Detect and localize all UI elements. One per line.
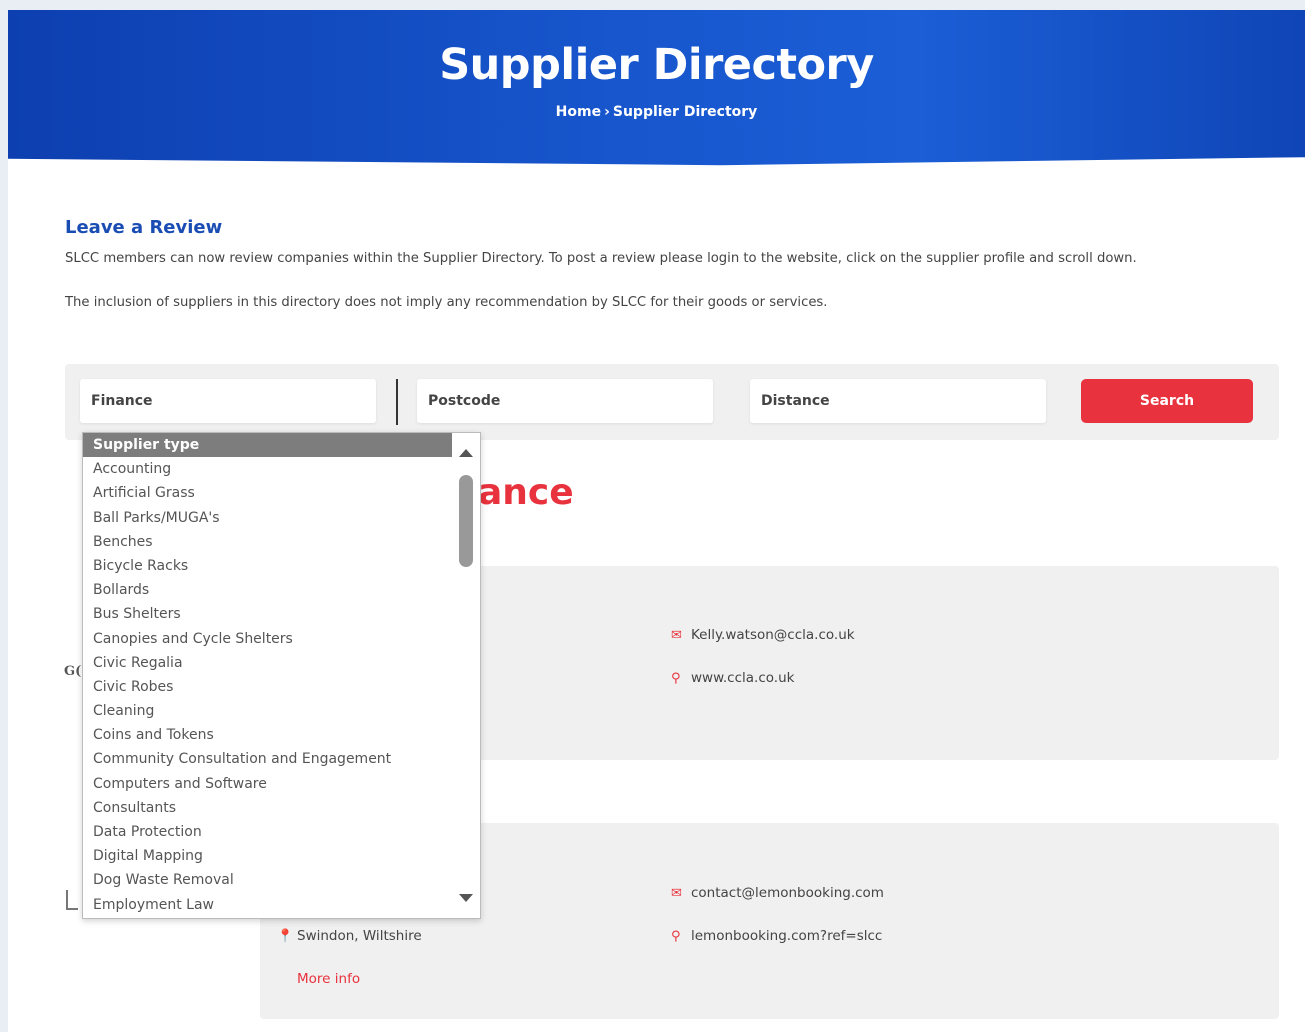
results-heading: ance (478, 472, 574, 513)
scroll-up-arrow-icon[interactable] (459, 449, 473, 457)
dropdown-option[interactable]: Benches (83, 530, 453, 554)
supplier-email[interactable]: ✉ contact@lemonbooking.com (671, 885, 884, 901)
dropdown-option[interactable]: Dog Waste Removal (83, 868, 453, 892)
dropdown-option[interactable]: Employment Law (83, 893, 453, 917)
leave-review-heading: Leave a Review (65, 217, 223, 238)
distance-select[interactable]: Distance (750, 379, 1046, 423)
dropdown-option[interactable]: Consultants (83, 796, 453, 820)
scrollbar-thumb[interactable] (459, 475, 473, 567)
page-title: Supplier Directory (439, 40, 874, 90)
review-paragraph: SLCC members can now review companies wi… (65, 251, 1137, 266)
dropdown-option[interactable]: Ball Parks/MUGA's (83, 506, 453, 530)
email-text[interactable]: contact@lemonbooking.com (691, 885, 884, 901)
envelope-icon: ✉ (671, 886, 682, 901)
search-bar: Finance Postcode Distance Search (65, 364, 1279, 440)
search-icon: ⚲ (671, 671, 681, 686)
dropdown-option[interactable]: Bicycle Racks (83, 554, 453, 578)
dropdown-option[interactable]: Data Protection (83, 820, 453, 844)
dropdown-option[interactable]: Accounting (83, 457, 453, 481)
postcode-input[interactable]: Postcode (417, 379, 713, 423)
search-button[interactable]: Search (1081, 379, 1253, 423)
dropdown-option[interactable]: Community Consultation and Engagement (83, 747, 453, 771)
dropdown-option[interactable]: Digital Mapping (83, 844, 453, 868)
website-text[interactable]: www.ccla.co.uk (691, 670, 794, 686)
hero-banner: Supplier Directory Home › Supplier Directo… (8, 10, 1305, 166)
disclaimer-paragraph: The inclusion of suppliers in this direc… (65, 295, 828, 310)
dropdown-option[interactable]: Canopies and Cycle Shelters (83, 627, 453, 651)
location-text: Swindon, Wiltshire (297, 928, 422, 944)
breadcrumb: Home › Supplier Directory (8, 104, 1305, 120)
supplier-location: 📍 Swindon, Wiltshire (277, 928, 422, 944)
dropdown-option[interactable]: Civic Robes (83, 675, 453, 699)
card-logo-stub (66, 890, 78, 910)
dropdown-option[interactable]: Computers and Software (83, 772, 453, 796)
dropdown-option[interactable]: Artificial Grass (83, 481, 453, 505)
supplier-type-dropdown[interactable]: Supplier type Accounting Artificial Grass B… (82, 432, 481, 919)
dropdown-option[interactable]: Bollards (83, 578, 453, 602)
card-title-stub: G( (64, 664, 82, 679)
map-pin-icon: 📍 (277, 929, 294, 944)
envelope-icon: ✉ (671, 628, 682, 643)
breadcrumb-current: Supplier Directory (612, 104, 758, 120)
dropdown-option[interactable]: Supplier type (83, 433, 453, 458)
dropdown-option[interactable]: Coins and Tokens (83, 723, 453, 747)
scroll-down-arrow-icon[interactable] (459, 894, 473, 902)
website-text[interactable]: lemonbooking.com?ref=slcc (691, 928, 882, 944)
supplier-type-select[interactable]: Finance (80, 379, 376, 423)
breadcrumb-separator: › (604, 104, 610, 120)
dropdown-option[interactable]: Cleaning (83, 699, 453, 723)
breadcrumb-home-link[interactable]: Home (556, 104, 601, 120)
search-icon: ⚲ (671, 929, 681, 944)
supplier-website[interactable]: ⚲ www.ccla.co.uk (671, 670, 794, 686)
supplier-email[interactable]: ✉ Kelly.watson@ccla.co.uk (671, 627, 855, 643)
dropdown-options: Supplier type Accounting Artificial Grass B… (83, 433, 453, 918)
dropdown-scrollbar[interactable] (452, 433, 480, 918)
text-cursor (396, 379, 398, 425)
supplier-website[interactable]: ⚲ lemonbooking.com?ref=slcc (671, 928, 882, 944)
more-info-link[interactable]: More info (297, 971, 360, 987)
email-text[interactable]: Kelly.watson@ccla.co.uk (691, 627, 855, 643)
dropdown-option[interactable]: Civic Regalia (83, 651, 453, 675)
dropdown-option[interactable]: Bus Shelters (83, 602, 453, 626)
